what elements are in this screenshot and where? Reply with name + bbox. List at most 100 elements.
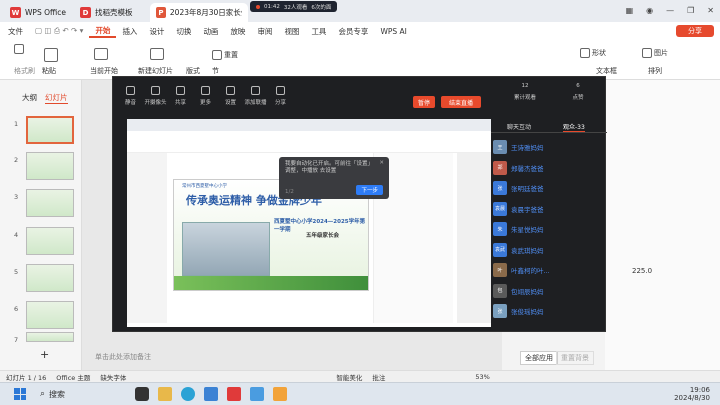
add-slide-button[interactable]: + bbox=[40, 348, 49, 361]
comment-button[interactable]: 批注 bbox=[372, 372, 385, 382]
arrange-button[interactable]: 排列 bbox=[648, 66, 662, 76]
notes-placeholder[interactable]: 单击此处添加备注 bbox=[95, 352, 151, 362]
missing-font[interactable]: 缺失字体 bbox=[100, 372, 126, 382]
slide-thumbnail[interactable] bbox=[26, 116, 74, 144]
shared-screen-preview: 常州市西夏墅中心小学 传承奥运精神 争做金牌少年 西夏墅中心小学2024—202… bbox=[127, 119, 491, 327]
record-dot-icon bbox=[256, 4, 260, 9]
menu-animation[interactable]: 动画 bbox=[197, 26, 224, 37]
windows-start-icon[interactable] bbox=[14, 388, 26, 400]
search-icon[interactable]: ⌕ bbox=[40, 389, 45, 399]
menu-member[interactable]: 会员专享 bbox=[332, 26, 374, 37]
grid-icon[interactable]: ▦ bbox=[626, 6, 634, 15]
wps-icon[interactable] bbox=[227, 387, 242, 401]
layout-label[interactable]: 版式 bbox=[186, 66, 200, 76]
more-button[interactable]: 更多 bbox=[194, 86, 217, 106]
list-item[interactable]: 叶叶鑫柯的叶... bbox=[491, 260, 607, 281]
close-icon[interactable]: ✕ bbox=[707, 6, 714, 15]
menu-view[interactable]: 视图 bbox=[278, 26, 305, 37]
close-icon[interactable]: ✕ bbox=[379, 160, 384, 166]
avatar: 叶 bbox=[493, 263, 507, 278]
list-item[interactable]: 袁晨 袁晨宇爸爸 bbox=[491, 199, 607, 220]
menu-transition[interactable]: 切换 bbox=[170, 26, 197, 37]
menu-slideshow[interactable]: 放映 bbox=[224, 26, 251, 37]
menu-file[interactable]: 文件 bbox=[0, 26, 29, 37]
avatar: 张 bbox=[493, 304, 507, 319]
smart-beautify[interactable]: 智能美化 bbox=[336, 372, 362, 382]
minimize-icon[interactable]: — bbox=[666, 6, 674, 15]
reset-button[interactable]: 重置 bbox=[212, 50, 238, 60]
tab-wps-office[interactable]: W WPS Office bbox=[4, 3, 72, 22]
new-slide-button[interactable] bbox=[150, 48, 164, 60]
new-slide-label[interactable]: 新建幻灯片 bbox=[138, 66, 173, 76]
list-item[interactable]: 王王诗雅妈妈 bbox=[491, 137, 607, 158]
shape-button[interactable]: 形状 bbox=[580, 48, 606, 58]
share-link-button[interactable]: 分享 bbox=[269, 86, 292, 106]
list-item[interactable]: 张张俊瑶妈妈 bbox=[491, 301, 607, 322]
list-item[interactable]: 郑郑馨杰爸爸 bbox=[491, 158, 607, 179]
camera-button[interactable]: 开摄像头 bbox=[144, 86, 167, 106]
apply-all-button[interactable]: 全部应用 bbox=[520, 351, 558, 365]
tab-audience[interactable]: 观众-33 bbox=[563, 122, 585, 132]
menu-insert[interactable]: 插入 bbox=[116, 26, 143, 37]
tab-templates[interactable]: D 找稻壳模板 bbox=[74, 3, 139, 22]
theme-name: Office 主题 bbox=[56, 373, 91, 382]
list-item[interactable]: 包包翊辰妈妈 bbox=[491, 281, 607, 302]
pause-button[interactable]: 暂停 bbox=[413, 96, 435, 108]
audience-name: 包翊辰妈妈 bbox=[511, 287, 544, 296]
folder-icon[interactable] bbox=[158, 387, 173, 401]
audience-name: 朱星悦妈妈 bbox=[511, 226, 544, 235]
avatar-icon[interactable]: ◉ bbox=[646, 6, 653, 15]
slide-thumbnail[interactable] bbox=[26, 332, 74, 342]
slide-thumbnail[interactable] bbox=[26, 227, 74, 255]
menu-home[interactable]: 开始 bbox=[89, 25, 117, 38]
store-icon[interactable] bbox=[204, 387, 219, 401]
tool-label: 开摄像头 bbox=[144, 100, 167, 106]
list-item[interactable]: 朱朱星悦妈妈 bbox=[491, 219, 607, 240]
slide-thumbnail[interactable] bbox=[26, 264, 74, 292]
menu-tools[interactable]: 工具 bbox=[305, 26, 332, 37]
preview-side-toolbar bbox=[457, 153, 491, 323]
app-icon[interactable] bbox=[135, 387, 150, 401]
tab-chat[interactable]: 聊天互动 bbox=[507, 122, 531, 131]
auto-setting-tooltip: 我要自动化已开启。可前往「设置」调整，中播放 去设置 ✕ 1/2 下一步 bbox=[279, 157, 389, 199]
maximize-icon[interactable]: ❐ bbox=[687, 6, 694, 15]
current-start-label[interactable]: 当前开始 bbox=[90, 66, 118, 76]
slide-thumbnail[interactable] bbox=[26, 189, 74, 217]
share-button[interactable]: 分享 bbox=[676, 25, 714, 37]
format-brush-button[interactable] bbox=[14, 44, 24, 54]
menu-wps-ai[interactable]: WPS AI bbox=[374, 27, 412, 36]
app-icon[interactable] bbox=[250, 387, 265, 401]
picture-button[interactable]: 图片 bbox=[642, 48, 668, 58]
taskbar-search[interactable]: 搜索 bbox=[49, 389, 65, 400]
section-label[interactable]: 节 bbox=[212, 66, 219, 76]
preview-tab-bar bbox=[127, 119, 491, 131]
mute-button[interactable]: 静音 bbox=[119, 86, 142, 106]
clock[interactable]: 19:06 2024/8/30 bbox=[674, 386, 710, 402]
add-cohost-button[interactable]: 添加联播 bbox=[244, 86, 267, 106]
value-input[interactable]: 225.0 bbox=[632, 267, 652, 275]
share-screen-button[interactable]: 共享 bbox=[169, 86, 192, 106]
camera-icon bbox=[151, 86, 160, 95]
edge-icon[interactable] bbox=[181, 387, 196, 401]
reset-background-button[interactable]: 重置背景 bbox=[556, 351, 594, 365]
zoom-level[interactable]: 53% bbox=[475, 373, 489, 381]
app-icon[interactable] bbox=[273, 387, 288, 401]
play-button[interactable] bbox=[94, 48, 108, 60]
tab-slides[interactable]: 幻灯片 bbox=[45, 92, 68, 104]
tab-outline[interactable]: 大纲 bbox=[22, 92, 37, 104]
menu-design[interactable]: 设计 bbox=[143, 26, 170, 37]
textbox-button[interactable]: 文本框 bbox=[596, 66, 617, 76]
next-step-button[interactable]: 下一步 bbox=[356, 185, 383, 195]
slide-counter: 幻灯片 1 / 16 bbox=[6, 373, 47, 382]
list-item[interactable]: 袁武 袁武琪妈妈 bbox=[491, 240, 607, 261]
tab-ppt-file[interactable]: P 2023年8月30日家长会.pptx bbox=[150, 3, 248, 22]
menu-review[interactable]: 审阅 bbox=[251, 26, 278, 37]
ppt-icon: P bbox=[156, 7, 166, 18]
list-item[interactable]: 张张明廷爸爸 bbox=[491, 178, 607, 199]
end-broadcast-button[interactable]: 结束直播 bbox=[441, 96, 481, 108]
settings-button[interactable]: 设置 bbox=[219, 86, 242, 106]
slide-thumbnail[interactable] bbox=[26, 301, 74, 329]
meeting-extra: 6次的面 bbox=[311, 4, 332, 11]
paste-button[interactable] bbox=[44, 48, 58, 62]
slide-thumbnail[interactable] bbox=[26, 152, 74, 180]
